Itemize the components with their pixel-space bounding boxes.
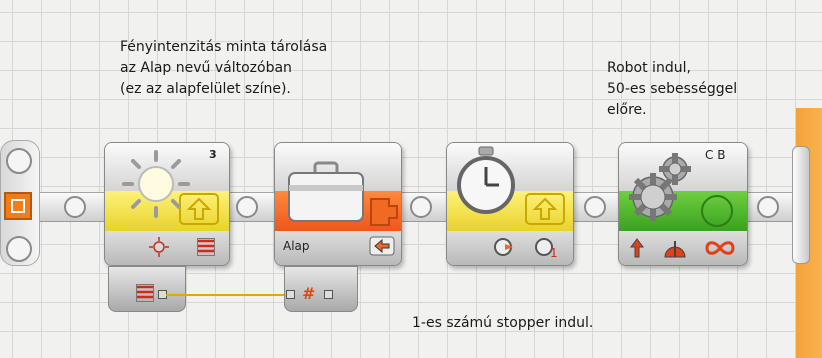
upload-arrow-icon	[525, 193, 565, 225]
robot-move-note: Robot indul, 50-es sebességgel előre.	[607, 60, 738, 118]
light-sensor-block[interactable]: 3	[104, 142, 230, 266]
variable-name-label: Alap	[283, 239, 310, 253]
hub-output-plug[interactable]	[324, 290, 333, 299]
intensity-output-icon	[136, 284, 154, 302]
timer-number-icon: 1	[535, 238, 558, 259]
stopwatch-icon	[457, 146, 515, 214]
direction-arrow-icon	[630, 238, 644, 258]
steering-icon	[664, 241, 686, 258]
write-arrow-icon	[369, 236, 395, 256]
variable-block[interactable]: Alap	[274, 142, 402, 266]
motor-ports-label: C B	[705, 148, 726, 162]
start-top-ring	[6, 148, 32, 174]
number-hash-icon: #	[302, 284, 314, 303]
start-bottom-ring	[6, 236, 32, 262]
power-ring-icon	[701, 195, 733, 227]
start-point-icon[interactable]	[4, 192, 32, 220]
upload-arrow-icon	[179, 193, 219, 225]
light-sensor-note: Fényintenzitás minta tárolása az Alap ne…	[120, 39, 328, 97]
hub-input-plug[interactable]	[286, 290, 295, 299]
variable-data-hub[interactable]	[284, 266, 358, 312]
connector-ring[interactable]	[236, 196, 258, 218]
variable-plug-icon	[370, 198, 398, 226]
move-block[interactable]: C B	[618, 142, 748, 266]
connector-ring[interactable]	[410, 196, 432, 218]
timer-note: 1-es számú stopper indul.	[412, 315, 594, 331]
timer-reset-icon	[494, 238, 513, 256]
data-wire[interactable]	[166, 294, 286, 296]
intensity-bars-icon	[197, 238, 215, 256]
infinity-icon	[705, 241, 735, 255]
next-block-edge[interactable]	[792, 146, 810, 264]
light-burst-icon	[149, 237, 169, 257]
suitcase-icon	[288, 161, 364, 222]
gears-icon	[629, 153, 691, 221]
svg-text:1: 1	[550, 246, 558, 259]
connector-ring[interactable]	[584, 196, 606, 218]
sensor-port-label: 3	[209, 148, 217, 161]
connector-ring[interactable]	[64, 196, 86, 218]
connector-ring[interactable]	[757, 196, 779, 218]
timer-block[interactable]: 1	[446, 142, 574, 266]
